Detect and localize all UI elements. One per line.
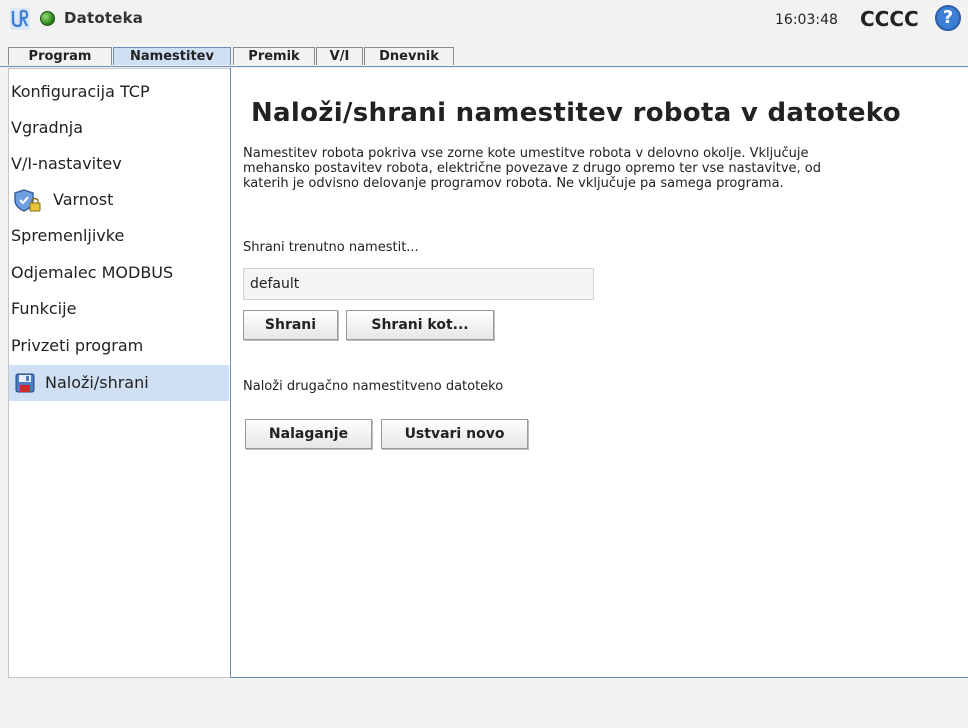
save-button[interactable]: Shrani (243, 310, 338, 340)
floppy-disk-icon (15, 373, 35, 393)
clock: 16:03:48 (775, 12, 838, 28)
tab-namestitev[interactable]: Namestitev (113, 47, 231, 65)
sidebar-item-variables[interactable]: Spremenljivke (9, 218, 229, 254)
robot-name: CCCC (860, 7, 919, 31)
load-button[interactable]: Nalaganje (245, 419, 372, 449)
sidebar-item-safety[interactable]: Varnost (9, 182, 229, 218)
save-current-installation-label: Shrani trenutno namestit... (243, 240, 419, 255)
top-bar: Datoteka 16:03:48 CCCC ? (0, 0, 968, 44)
robot-status-icon (40, 11, 55, 26)
sidebar-item-features[interactable]: Funkcije (9, 291, 229, 327)
save-as-button[interactable]: Shrani kot... (346, 310, 494, 340)
description-line: Namestitev robota pokriva vse zorne kote… (243, 146, 809, 161)
sidebar-item-tcp-configuration[interactable]: Konfiguracija TCP (9, 74, 229, 110)
sidebar-item-label: Konfiguracija TCP (11, 82, 150, 101)
sidebar-item-label: Funkcije (11, 299, 77, 318)
universal-robots-logo-icon[interactable] (10, 8, 30, 30)
create-new-button[interactable]: Ustvari novo (381, 419, 528, 449)
installation-sidebar: Konfiguracija TCP Vgradnja V/I-nastavite… (8, 68, 230, 678)
safety-shield-lock-icon (14, 189, 41, 212)
sidebar-item-label: Varnost (53, 190, 114, 209)
sidebar-item-load-save[interactable]: Naloži/shrani (9, 365, 229, 401)
sidebar-item-label: V/I-nastavitev (11, 154, 122, 173)
installation-file-field[interactable]: default (243, 268, 594, 300)
tab-premik[interactable]: Premik (233, 47, 315, 65)
load-save-panel: Naloži/shrani namestitev robota v datote… (230, 68, 968, 678)
sidebar-item-io-setup[interactable]: V/I-nastavitev (9, 146, 229, 182)
sidebar-item-modbus-client[interactable]: Odjemalec MODBUS (9, 255, 229, 291)
sidebar-item-mounting[interactable]: Vgradnja (9, 110, 229, 146)
tab-dnevnik[interactable]: Dnevnik (364, 47, 454, 65)
footer-area (0, 678, 968, 728)
load-other-installation-label: Naloži drugačno namestitveno datoteko (243, 379, 504, 394)
description-line: mehansko postavitev robota, električne p… (243, 161, 821, 176)
sidebar-item-label: Vgradnja (11, 118, 84, 137)
sidebar-item-label: Odjemalec MODBUS (11, 263, 174, 282)
main-tab-bar: Program Namestitev Premik V/I Dnevnik (0, 44, 968, 67)
sidebar-item-label: Spremenljivke (11, 226, 125, 245)
sidebar-item-default-program[interactable]: Privzeti program (9, 328, 229, 364)
help-icon[interactable]: ? (935, 5, 961, 31)
sidebar-item-label: Naloži/shrani (45, 373, 149, 392)
tab-vi[interactable]: V/I (316, 47, 363, 65)
installation-description: Namestitev robota pokriva vse zorne kote… (243, 146, 943, 191)
installation-file-name: Datoteka (64, 9, 144, 27)
description-line: katerih je odvisno delovanje programov r… (243, 176, 784, 191)
sidebar-item-label: Privzeti program (11, 336, 144, 355)
tab-program[interactable]: Program (8, 47, 112, 65)
page-title: Naloži/shrani namestitev robota v datote… (251, 98, 901, 128)
